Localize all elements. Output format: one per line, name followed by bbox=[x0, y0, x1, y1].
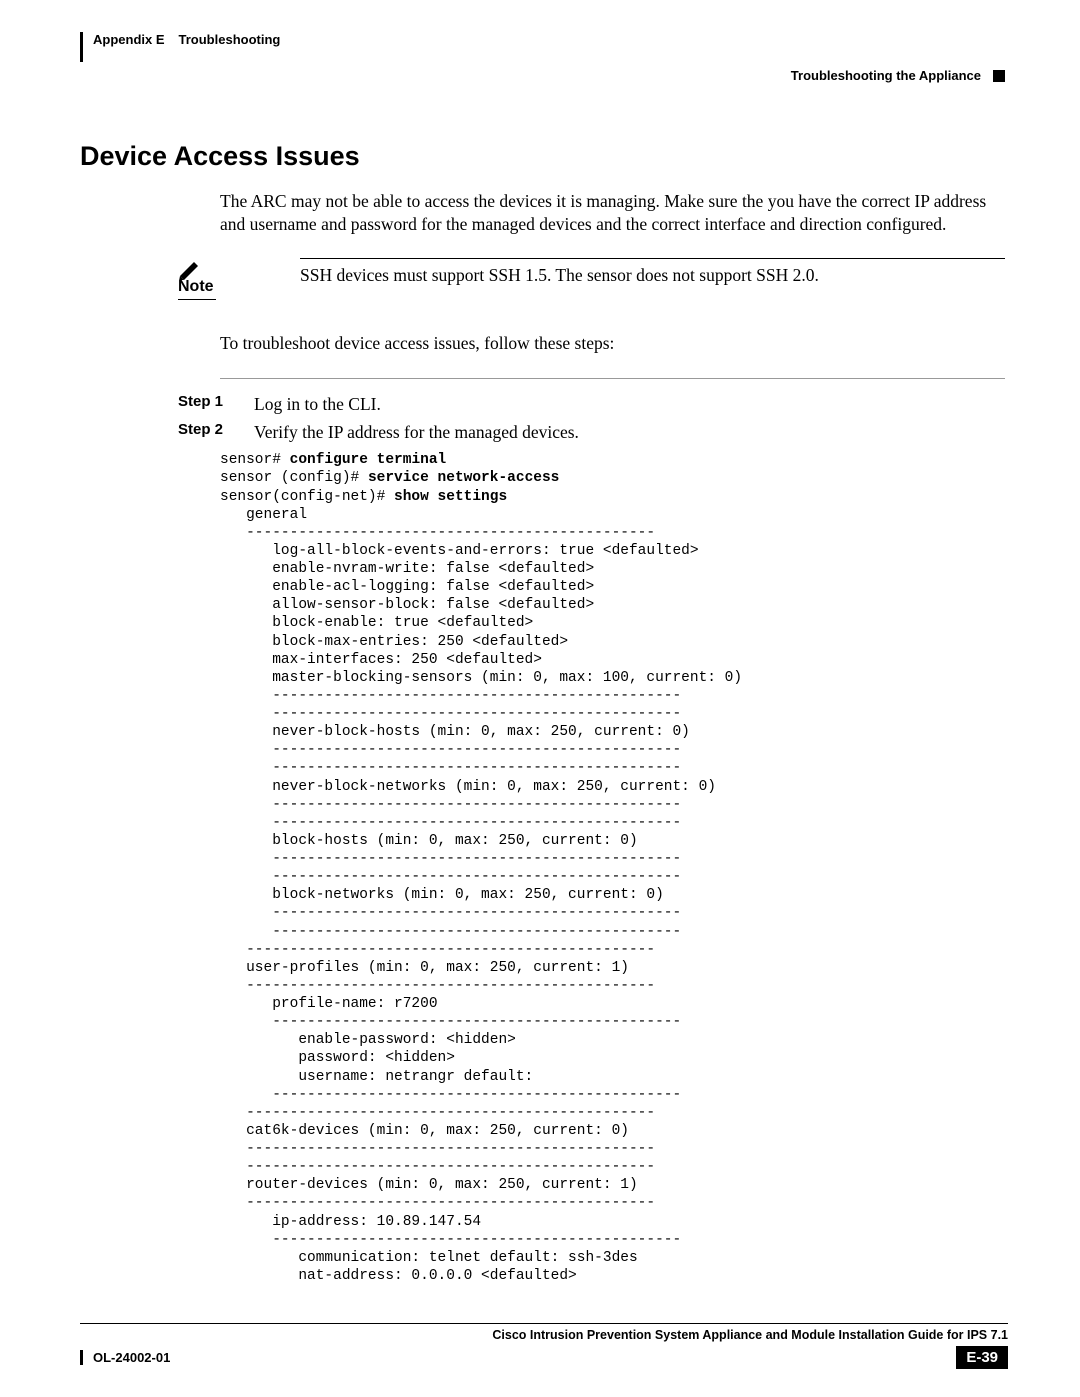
page-footer: Cisco Intrusion Prevention System Applia… bbox=[80, 1323, 1008, 1369]
step-label: Step 1 bbox=[178, 393, 232, 415]
step-2: Step 2 Verify the IP address for the man… bbox=[178, 421, 1005, 443]
step-label: Step 2 bbox=[178, 421, 232, 443]
step-text: Log in to the CLI. bbox=[254, 393, 1005, 415]
note-label: Note bbox=[178, 278, 218, 296]
appendix-label: Appendix E bbox=[93, 32, 165, 47]
doc-id: OL-24002-01 bbox=[80, 1350, 170, 1365]
step-text: Verify the IP address for the managed de… bbox=[254, 421, 1005, 443]
followup-text: To troubleshoot device access issues, fo… bbox=[220, 332, 1005, 355]
pencil-icon bbox=[178, 258, 202, 280]
note-text: SSH devices must support SSH 1.5. The se… bbox=[300, 265, 819, 285]
section-path: Troubleshooting the Appliance bbox=[791, 68, 981, 83]
page-number: E-39 bbox=[956, 1346, 1008, 1369]
header-marker-icon bbox=[993, 70, 1005, 82]
chapter-title: Troubleshooting bbox=[179, 32, 281, 47]
step-1: Step 1 Log in to the CLI. bbox=[178, 393, 1005, 415]
note-block: Note SSH devices must support SSH 1.5. T… bbox=[178, 258, 1005, 300]
header-bar: Appendix E Troubleshooting bbox=[80, 32, 1005, 62]
cli-output: sensor# configure terminal sensor (confi… bbox=[220, 451, 1005, 1285]
footer-guide-title: Cisco Intrusion Prevention System Applia… bbox=[80, 1323, 1008, 1342]
section-heading: Device Access Issues bbox=[80, 141, 1005, 172]
step-separator bbox=[220, 378, 1005, 379]
intro-paragraph: The ARC may not be able to access the de… bbox=[220, 190, 1005, 236]
